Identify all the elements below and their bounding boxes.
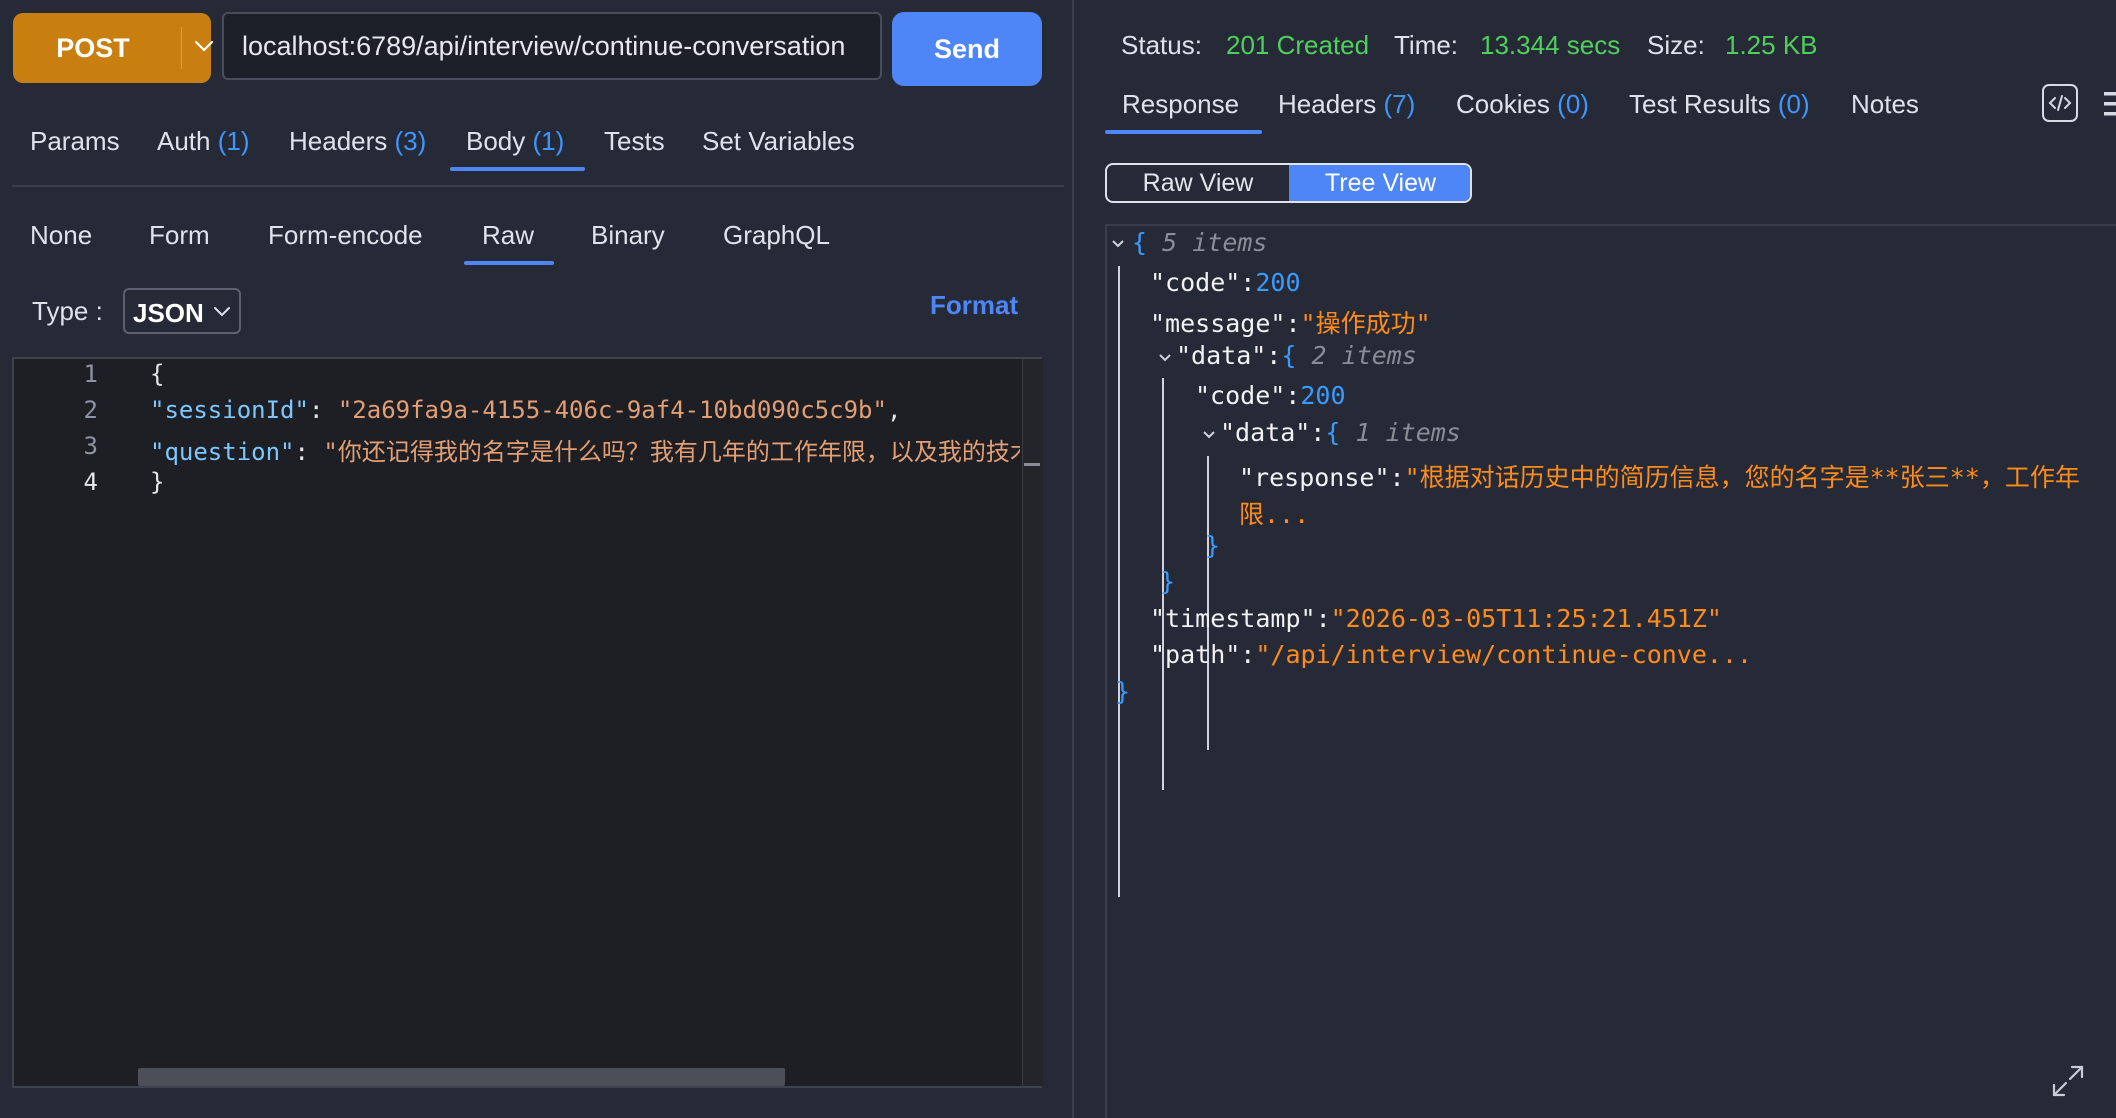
body-tab-form[interactable]: Form	[149, 220, 210, 251]
horizontal-scroll-thumb[interactable]	[138, 1068, 785, 1086]
json-key: "sessionId"	[150, 396, 309, 424]
tab-headers[interactable]: Headers (3)	[289, 126, 426, 157]
tree-close-brace: }	[1205, 531, 1221, 560]
tree-view-button[interactable]: Tree View	[1289, 165, 1470, 201]
pane-divider[interactable]	[1072, 0, 1074, 1118]
tree-guide	[1118, 266, 1120, 897]
time-label: Time:	[1394, 30, 1459, 60]
tab-notes[interactable]: Notes	[1851, 89, 1919, 120]
tree-node-path: "path":"/api/interview/continue-conve...	[1150, 640, 1753, 669]
tab-response[interactable]: Response	[1122, 89, 1239, 120]
tree-node-message: "message":"操作成功"	[1150, 309, 1431, 338]
tree-close-brace: }	[1160, 567, 1176, 596]
type-value: JSON	[133, 298, 204, 328]
vertical-scroll-thumb[interactable]	[1024, 463, 1040, 466]
size-value: 1.25 KB	[1725, 30, 1818, 60]
code-line-2: "sessionId": "2a69fa9a-4155-406c-9af4-10…	[150, 396, 902, 424]
json-string: "你还记得我的名字是什么吗？我有几年的工作年限，以及我的技术栈	[323, 438, 1020, 466]
time-value: 13.344 secs	[1480, 30, 1621, 60]
chevron-down-icon[interactable]	[1158, 352, 1172, 364]
raw-view-button[interactable]: Raw View	[1107, 165, 1289, 201]
chevron-down-icon[interactable]	[194, 39, 214, 53]
expand-icon[interactable]	[2050, 1063, 2086, 1099]
tab-response-headers[interactable]: Headers (7)	[1278, 89, 1415, 120]
active-tab-indicator	[450, 167, 585, 171]
tree-node-timestamp: "timestamp":"2026-03-05T11:25:21.451Z"	[1150, 604, 1722, 633]
format-button[interactable]: Format	[930, 290, 1018, 321]
active-body-tab-indicator	[464, 261, 554, 265]
url-input[interactable]: localhost:6789/api/interview/continue-co…	[222, 12, 882, 80]
json-string: "2a69fa9a-4155-406c-9af4-10bd090c5c9b"	[337, 396, 887, 424]
method-divider	[181, 27, 182, 69]
chevron-down-icon	[214, 307, 230, 317]
tab-cookies[interactable]: Cookies (0)	[1456, 89, 1589, 120]
code-line-1: {	[150, 360, 165, 388]
line-number: 4	[83, 468, 98, 496]
size-label: Size:	[1647, 30, 1705, 60]
active-response-tab-indicator	[1105, 130, 1262, 134]
status-value: 201 Created	[1226, 30, 1370, 60]
chevron-down-icon[interactable]	[1202, 429, 1216, 441]
chevron-down-icon[interactable]	[1111, 238, 1125, 250]
tree-guide	[1207, 456, 1209, 750]
tab-test-results[interactable]: Test Results (0)	[1629, 89, 1810, 120]
tab-auth[interactable]: Auth (1)	[157, 126, 250, 157]
body-tab-binary[interactable]: Binary	[591, 220, 665, 251]
code-editor[interactable]: 1 2 3 4 { "sessionId": "2a69fa9a-4155-40…	[12, 357, 1043, 1088]
view-toggle[interactable]: Raw View Tree View	[1105, 163, 1472, 203]
response-tree: { 5 items "code":200 "message":"操作成功" "d…	[1105, 224, 2116, 1118]
line-number: 1	[83, 360, 98, 388]
code-line-4: }	[150, 468, 165, 496]
tab-params[interactable]: Params	[30, 126, 120, 157]
body-tab-graphql[interactable]: GraphQL	[723, 220, 830, 251]
menu-icon[interactable]	[2104, 86, 2116, 122]
vertical-scrollbar[interactable]	[1022, 359, 1043, 1086]
tree-node-response: "response":"根据对话历史中的简历信息，您的名字是**张三**，工作年	[1239, 463, 2080, 492]
type-label: Type :	[32, 296, 103, 326]
tree-node-response-cont: 限...	[1239, 500, 1310, 529]
divider	[12, 185, 1064, 187]
type-select[interactable]: JSON	[123, 288, 241, 334]
tree-node-data: "data":{ 2 items	[1176, 341, 1417, 370]
tab-set-variables[interactable]: Set Variables	[702, 126, 855, 157]
line-number: 2	[83, 396, 98, 424]
line-number: 3	[83, 432, 98, 460]
status-label: Status:	[1121, 30, 1202, 60]
body-tab-raw[interactable]: Raw	[482, 220, 534, 251]
tree-node-inner-code: "code":200	[1195, 381, 1346, 410]
tab-tests[interactable]: Tests	[604, 126, 665, 157]
code-line-3: "question": "你还记得我的名字是什么吗？我有几年的工作年限，以及我的…	[150, 432, 1020, 467]
tree-node-code: "code":200	[1150, 268, 1301, 297]
tab-body[interactable]: Body (1)	[466, 126, 564, 157]
tree-node-inner-data: "data":{ 1 items	[1220, 418, 1461, 447]
json-key: "question"	[150, 438, 295, 466]
send-button[interactable]: Send	[892, 12, 1042, 86]
body-tab-none[interactable]: None	[30, 220, 92, 251]
tree-close-brace: }	[1115, 677, 1131, 706]
tree-root: { 5 items	[1132, 228, 1268, 257]
method-label: POST	[56, 33, 130, 63]
method-select[interactable]: POST	[13, 13, 214, 83]
code-icon[interactable]	[2042, 84, 2078, 122]
body-tab-form-encode[interactable]: Form-encode	[268, 220, 423, 251]
